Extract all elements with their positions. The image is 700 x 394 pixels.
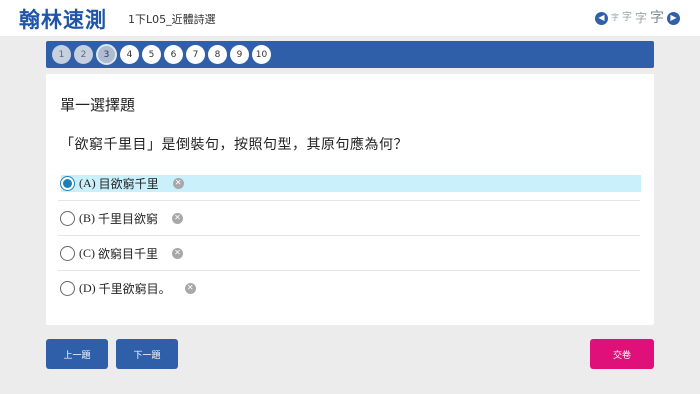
font-size-xlarge[interactable]: 字 [650,11,664,25]
eliminate-icon[interactable]: ✕ [172,177,184,189]
font-size-large[interactable]: 字 [635,12,647,24]
option-c[interactable]: (C) 欲窮目千里 ✕ [58,236,640,271]
option-label: (D) [79,280,96,295]
question-number-5[interactable]: 5 [142,45,161,64]
question-navigator: 1 2 3 4 5 6 7 8 9 10 [46,41,654,68]
submit-button[interactable]: 交卷 [590,339,654,369]
lesson-title: 1下L05_近體詩選 [128,13,216,26]
radio-option-a[interactable] [60,175,75,191]
font-size-small[interactable]: 字 [611,14,619,22]
eliminate-icon[interactable]: ✕ [172,212,184,224]
question-type: 單一選擇題 [60,96,136,114]
arrow-left-icon[interactable]: ◀ [594,11,608,25]
logo: 翰林速測 [19,8,107,32]
option-text: 欲窮目千里 [98,246,159,261]
question-number-2[interactable]: 2 [74,45,93,64]
top-bar: 翰林速測 1下L05_近體詩選 ◀ 字 字 字 字 ▶ [0,0,700,36]
option-b[interactable]: (B) 千里目欲窮 ✕ [58,201,640,236]
question-number-3[interactable]: 3 [96,44,117,65]
question-card: 單一選擇題 「欲窮千里目」是倒裝句，按照句型，其原句應為何？ (A) 目欲窮千里… [46,74,654,325]
option-text: 目欲窮千里 [98,176,159,191]
eliminate-icon[interactable]: ✕ [184,282,196,294]
option-text: 千里欲窮目。 [98,281,171,296]
question-number-9[interactable]: 9 [230,45,249,64]
eliminate-icon[interactable]: ✕ [172,247,184,259]
option-d[interactable]: (D) 千里欲窮目。 ✕ [58,271,640,305]
question-number-8[interactable]: 8 [208,45,227,64]
font-size-control: ◀ 字 字 字 字 ▶ [594,8,680,28]
font-size-medium[interactable]: 字 [622,13,632,23]
radio-option-b[interactable] [60,210,75,226]
arrow-right-icon[interactable]: ▶ [667,11,680,25]
option-label: (B) [79,210,95,225]
question-number-7[interactable]: 7 [186,45,205,64]
option-text: 千里目欲窮 [98,211,159,226]
question-number-4[interactable]: 4 [120,45,139,64]
radio-option-c[interactable] [60,245,75,261]
next-question-button[interactable]: 下一題 [116,339,178,369]
question-number-10[interactable]: 10 [252,45,271,64]
radio-option-d[interactable] [60,280,75,296]
question-number-6[interactable]: 6 [164,45,183,64]
question-number-1[interactable]: 1 [52,45,71,64]
question-stem: 「欲窮千里目」是倒裝句，按照句型，其原句應為何？ [60,137,408,153]
previous-question-button[interactable]: 上一題 [46,339,108,369]
option-label: (A) [79,175,96,190]
option-label: (C) [79,245,95,260]
option-a[interactable]: (A) 目欲窮千里 ✕ [58,166,641,201]
